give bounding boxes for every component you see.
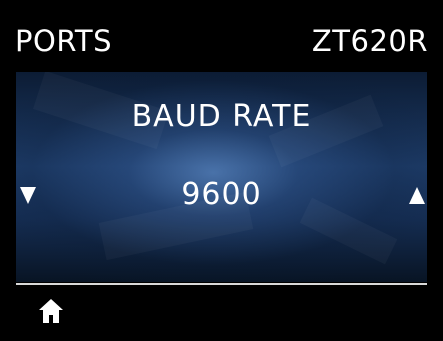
down-triangle-icon[interactable] [20, 187, 36, 204]
home-button[interactable] [36, 296, 66, 326]
printer-model: ZT620R [311, 24, 428, 58]
setting-title: BAUD RATE [131, 99, 312, 134]
display-header: PORTS ZT620R [0, 0, 443, 72]
menu-title: PORTS [15, 24, 112, 58]
footer-divider [16, 283, 427, 285]
setting-value: 9600 [181, 177, 262, 212]
printer-display: PORTS ZT620R BAUD RATE 9600 [0, 0, 443, 341]
home-icon [39, 299, 63, 323]
up-triangle-icon[interactable] [409, 187, 425, 204]
